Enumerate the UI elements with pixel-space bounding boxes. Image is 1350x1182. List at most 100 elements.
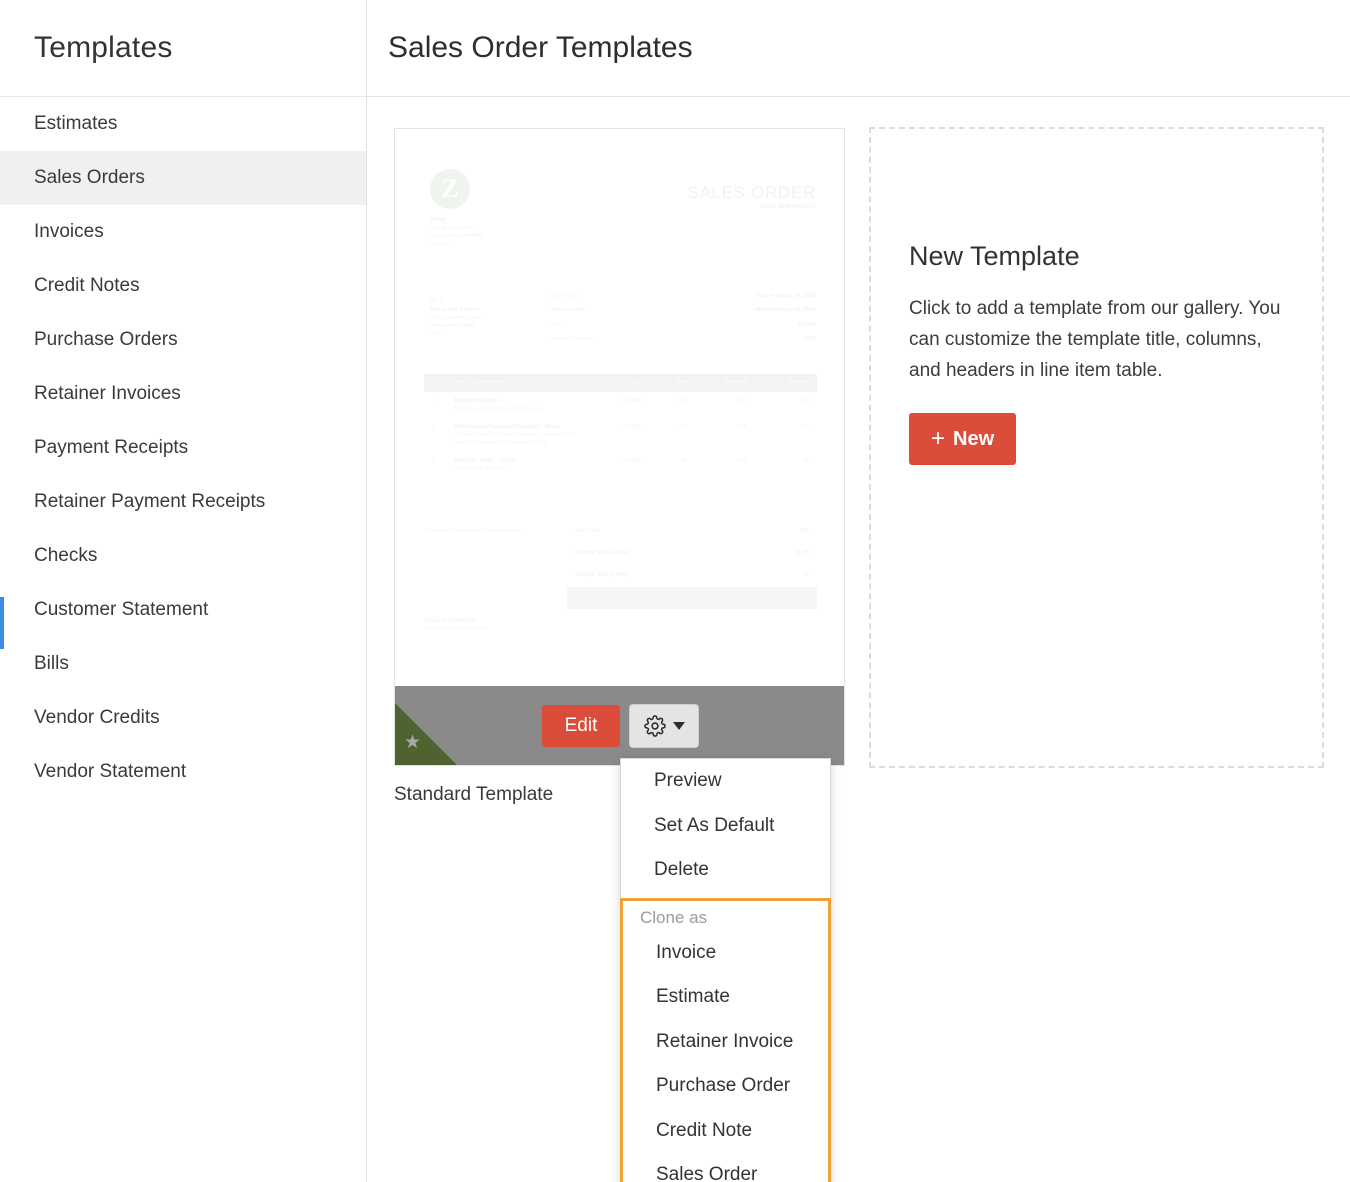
- preview-meta-value: 321014: [797, 321, 816, 328]
- preview-total-value: 11.75: [795, 549, 809, 556]
- preview-from-line: Pleasanton CA 94588: [430, 232, 484, 239]
- preview-table-row: 2 Web Design Packages(Template) - Basic Cu…: [424, 418, 817, 452]
- template-preview-document: Z SALES ORDER Sales Order# SO-17 Zylkar …: [395, 129, 844, 687]
- new-button-label: New: [953, 427, 995, 450]
- preview-from-line: Rob & Joe Traders: [430, 224, 476, 231]
- sidebar-item-label: Invoices: [34, 221, 104, 242]
- sidebar-nav-list: Estimates Sales Orders Invoices Credit Note…: [0, 97, 366, 799]
- preview-column-header: Qty: [631, 379, 641, 385]
- preview-cell-qty: 1.00000: [621, 423, 641, 430]
- dropdown-item-preview[interactable]: Preview: [621, 759, 830, 804]
- sidebar-accent-bar: [0, 597, 4, 649]
- sidebar-item-bills[interactable]: Bills: [0, 637, 366, 691]
- preview-total-row: Total 663: [567, 586, 817, 609]
- sidebar-item-sales-orders[interactable]: Sales Orders: [0, 151, 366, 205]
- preview-table-row: 3 Print Ad - Basic – Color Print Ad 1/8 si…: [424, 452, 817, 478]
- clone-as-item-retainer-invoice[interactable]: Retainer Invoice: [623, 1020, 828, 1065]
- sidebar-item-estimates[interactable]: Estimates: [0, 97, 366, 151]
- edit-button[interactable]: Edit: [541, 704, 621, 747]
- template-settings-button[interactable]: [629, 703, 700, 748]
- preview-total-key: Sample Tax1 (4.70%): [575, 549, 630, 556]
- sidebar-item-retainer-payment-receipts[interactable]: Retainer Payment Receipts: [0, 475, 366, 529]
- preview-total-row: Sample Tax2 (7.00%) 21: [567, 565, 817, 587]
- preview-table-rows: 1 Brochure Design Brochure Design Single S…: [424, 392, 817, 478]
- preview-total-value: 21: [802, 571, 809, 578]
- preview-meta-value: Wed, February 24, 2016: [754, 307, 816, 314]
- preview-total-key: Sample Tax2 (7.00%): [575, 571, 630, 578]
- template-settings-dropdown[interactable]: Preview Set As Default Delete Clone as Inv…: [620, 758, 831, 1182]
- preview-table-row: 1 Brochure Design Brochure Design Single S…: [424, 392, 817, 418]
- clone-as-label: Clone as: [640, 907, 708, 927]
- new-template-description: Click to add a template from our gallery…: [909, 298, 1281, 381]
- clone-as-item-purchase-order[interactable]: Purchase Order: [623, 1064, 828, 1109]
- new-template-panel[interactable]: New Template Click to add a template fro…: [869, 127, 1324, 768]
- sidebar-item-label: Retainer Invoices: [34, 383, 181, 404]
- preview-column-header: Discount: [723, 379, 747, 385]
- dropdown-primary-items: Preview Set As Default Delete: [621, 759, 830, 893]
- preview-total-row: Sub Total 630: [567, 521, 817, 543]
- sidebar-item-invoices[interactable]: Invoices: [0, 205, 366, 259]
- clone-as-item-sales-order[interactable]: Sales Order: [623, 1153, 828, 1182]
- sidebar-item-retainer-invoices[interactable]: Retainer Invoices: [0, 367, 366, 421]
- preview-from-lines: Rob & Joe Traders Pleasanton CA 94588 Cana…: [430, 225, 590, 249]
- preview-meta-key: Delivery Method :: [551, 336, 594, 343]
- preview-cell-discount: 0.00: [736, 397, 747, 404]
- preview-from-name: Zylkar: [430, 217, 447, 223]
- chevron-down-icon: [672, 721, 685, 730]
- clone-as-item-credit-note[interactable]: Credit Note: [623, 1109, 828, 1154]
- preview-table-header: # Item & Description Qty Rate Discount Amount: [424, 374, 817, 392]
- preview-meta-key: Ref# :: [551, 321, 566, 328]
- page-title: Sales Order Templates: [388, 31, 693, 64]
- preview-cell-num: 2: [432, 423, 436, 430]
- sidebar-item-vendor-statement[interactable]: Vendor Statement: [0, 745, 366, 799]
- sidebar-item-label: Checks: [34, 545, 98, 566]
- preview-column-header: Rate: [675, 379, 687, 385]
- sidebar-item-label: Payment Receipts: [34, 437, 189, 458]
- gear-icon: [644, 714, 666, 737]
- template-card-action-bar: ★ Edit: [395, 686, 844, 765]
- preview-from-line: Canada: [430, 240, 450, 247]
- preview-cell-num: 1: [432, 397, 436, 404]
- sidebar-item-vendor-credits[interactable]: Vendor Credits: [0, 691, 366, 745]
- clone-as-item-invoice[interactable]: Invoice: [623, 931, 828, 976]
- sidebar-item-customer-statement[interactable]: Customer Statement: [0, 583, 366, 637]
- sidebar-item-credit-notes[interactable]: Credit Notes: [0, 259, 366, 313]
- add-new-template-button[interactable]: + New: [909, 413, 1017, 466]
- sidebar-item-label: Credit Notes: [34, 275, 140, 296]
- sidebar-item-label: Estimates: [34, 113, 118, 134]
- templates-page: Templates Estimates Sales Orders Invoices C…: [0, 0, 1350, 1182]
- star-icon: ★: [404, 732, 422, 753]
- preview-total-key: Sub Total: [575, 528, 600, 534]
- clone-as-item-estimate[interactable]: Estimate: [623, 975, 828, 1020]
- preview-note: Thank you for reviewing this sales order…: [424, 528, 523, 534]
- clone-as-items: Invoice Estimate Retainer Invoice Purchase …: [623, 931, 828, 1182]
- preview-meta-row: Order Date : Wed, February 24, 2016: [551, 293, 816, 301]
- preview-total-key: Total: [575, 593, 588, 600]
- new-template-title: New Template: [909, 241, 1080, 271]
- preview-meta-value: Wed, February 24, 2016: [754, 293, 816, 299]
- preview-terms: Terms & Conditions Thanks for your busin…: [424, 618, 485, 634]
- preview-line-item-table: # Item & Description Qty Rate Discount Amount…: [424, 374, 817, 478]
- preview-cell-discount: 0.00: [736, 457, 747, 464]
- sidebar: Templates Estimates Sales Orders Invoices C…: [0, 0, 367, 1182]
- preview-meta-fields: Order Date : Wed, February 24, 2016 Shipme…: [551, 293, 816, 351]
- dropdown-item-delete[interactable]: Delete: [621, 848, 830, 893]
- preview-cell-item: Web Design Packages(Template) - Basic Cus…: [454, 423, 576, 446]
- preview-meta-key: Order Date :: [551, 293, 582, 299]
- preview-meta-row: Delivery Method : UPS: [551, 336, 816, 344]
- sidebar-item-label: Purchase Orders: [34, 329, 178, 350]
- preview-terms-title: Terms & Conditions: [424, 618, 476, 624]
- preview-doc-title: SALES ORDER: [687, 183, 816, 202]
- sidebar-item-payment-receipts[interactable]: Payment Receipts: [0, 421, 366, 475]
- preview-cell-item: Print Ad - Basic – Color Print Ad 1/8 siz…: [454, 457, 516, 472]
- template-card[interactable]: Z SALES ORDER Sales Order# SO-17 Zylkar …: [394, 128, 845, 766]
- sidebar-item-checks[interactable]: Checks: [0, 529, 366, 583]
- preview-cell-amount: 300: [799, 397, 809, 404]
- template-card-label: Standard Template: [394, 784, 554, 805]
- sidebar-item-label: Retainer Payment Receipts: [34, 491, 266, 512]
- dropdown-item-set-as-default[interactable]: Set As Default: [621, 804, 830, 849]
- sidebar-item-purchase-orders[interactable]: Purchase Orders: [0, 313, 366, 367]
- preview-meta-row: Ref# : 321014: [551, 322, 816, 330]
- preview-cell-qty: 1.00000: [621, 457, 641, 464]
- preview-meta-key: Shipment Date :: [551, 307, 591, 314]
